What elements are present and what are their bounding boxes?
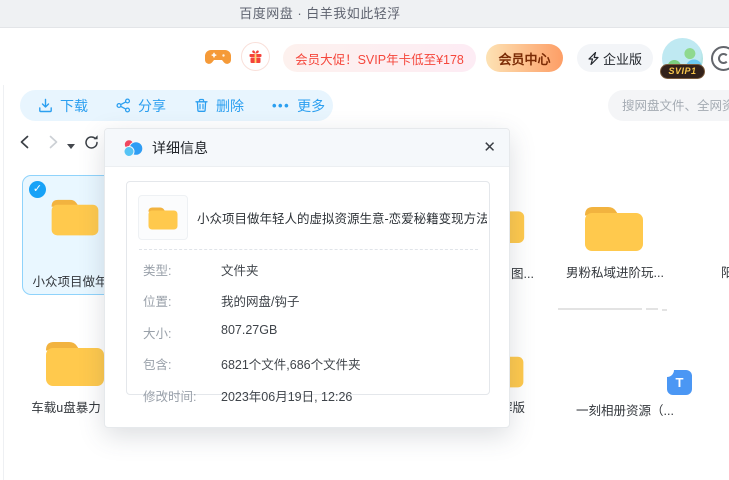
- close-icon[interactable]: ✕: [483, 129, 496, 167]
- more-dots-icon: •••: [272, 98, 290, 113]
- member-center-button[interactable]: 会员中心: [486, 44, 563, 72]
- field-label-size: 大小:: [143, 323, 171, 342]
- panel-divider: [3, 85, 4, 480]
- window-titlebar: 百度网盘 · 白羊我如此轻浮: [0, 0, 729, 28]
- game-center-icon[interactable]: [205, 46, 231, 73]
- detail-dialog: 详细信息 ✕ 小众项目做年轻人的虚拟资源生意-恋爱秘籍变现方法 类型: 文件夹 …: [104, 128, 510, 428]
- promo-text: 会员大促！SVIP年卡低至¥178: [295, 49, 464, 68]
- window-title: 百度网盘 · 白羊我如此轻浮: [0, 0, 640, 27]
- dialog-content-box: 小众项目做年轻人的虚拟资源生意-恋爱秘籍变现方法 类型: 文件夹 位置: 我的网…: [126, 181, 490, 395]
- search-input[interactable]: [608, 90, 729, 121]
- folder-icon[interactable]: [578, 196, 650, 258]
- refresh-button[interactable]: [83, 134, 100, 156]
- file-card-label: 车载u盘暴力: [14, 397, 118, 416]
- dashed-divider: [139, 249, 478, 250]
- promo-banner[interactable]: 会员大促！SVIP年卡低至¥178: [283, 44, 476, 72]
- back-button[interactable]: [16, 133, 34, 156]
- history-caret-icon[interactable]: [67, 144, 75, 149]
- game-controller-icon: [205, 46, 231, 68]
- field-label-type: 类型:: [143, 260, 171, 279]
- delete-button[interactable]: 删除: [194, 96, 244, 116]
- file-card-label: 一刻相册资源（...: [556, 400, 694, 419]
- field-value-modified: 2023年06月19日, 12:26: [221, 386, 352, 405]
- gift-icon[interactable]: [241, 42, 270, 71]
- support-icon[interactable]: [711, 46, 729, 71]
- file-name: 小众项目做年轻人的虚拟资源生意-恋爱秘籍变现方法: [197, 195, 487, 240]
- checkmark-icon[interactable]: ✓: [29, 181, 46, 198]
- trash-icon: [194, 98, 209, 113]
- netdisk-logo-icon: [122, 137, 144, 159]
- txt-file-icon[interactable]: T: [667, 370, 692, 395]
- file-fold-corner: [667, 370, 674, 377]
- share-button[interactable]: 分享: [116, 96, 166, 116]
- txt-preview-line: [646, 308, 658, 310]
- txt-preview-line: [662, 309, 667, 311]
- dialog-title: 详细信息: [152, 129, 208, 167]
- field-value-size: 807.27GB: [221, 323, 277, 337]
- chevron-right-icon: [44, 133, 62, 151]
- field-value-contains: 6821个文件,686个文件夹: [221, 354, 361, 373]
- field-value-type: 文件夹: [221, 260, 259, 279]
- file-thumbnail: [138, 195, 188, 240]
- field-label-modified: 修改时间:: [143, 386, 196, 405]
- refresh-icon: [83, 134, 100, 151]
- file-card-label: 阳: [721, 262, 729, 281]
- more-button[interactable]: ••• 更多: [272, 96, 325, 116]
- field-value-location: 我的网盘/钩子: [221, 291, 299, 310]
- folder-icon[interactable]: [38, 331, 112, 393]
- folder-icon: [46, 191, 104, 241]
- file-card-label: 图...: [511, 263, 534, 282]
- field-label-contains: 包含:: [143, 354, 171, 373]
- download-button[interactable]: 下载: [38, 96, 88, 116]
- svip-badge: SVIP1: [660, 64, 705, 79]
- enterprise-button[interactable]: 企业版: [577, 44, 653, 72]
- file-card-label: 男粉私域进阶玩...: [556, 262, 674, 281]
- enterprise-icon: [588, 52, 599, 65]
- file-action-toolbar: 下载 分享 删除 ••• 更多: [20, 90, 333, 121]
- share-icon: [116, 98, 131, 113]
- chevron-left-icon: [16, 133, 34, 151]
- file-card-label: 小众项目做年: [24, 271, 116, 290]
- field-label-location: 位置:: [143, 291, 171, 310]
- txt-preview-line: [558, 308, 642, 310]
- dialog-header: 详细信息 ✕: [105, 129, 509, 167]
- app-window: 百度网盘 · 白羊我如此轻浮 会员大促！SVIP年卡低至¥178 会员中心 企业…: [0, 0, 729, 480]
- download-icon: [38, 98, 53, 113]
- forward-button[interactable]: [44, 133, 62, 156]
- folder-icon: [145, 202, 181, 233]
